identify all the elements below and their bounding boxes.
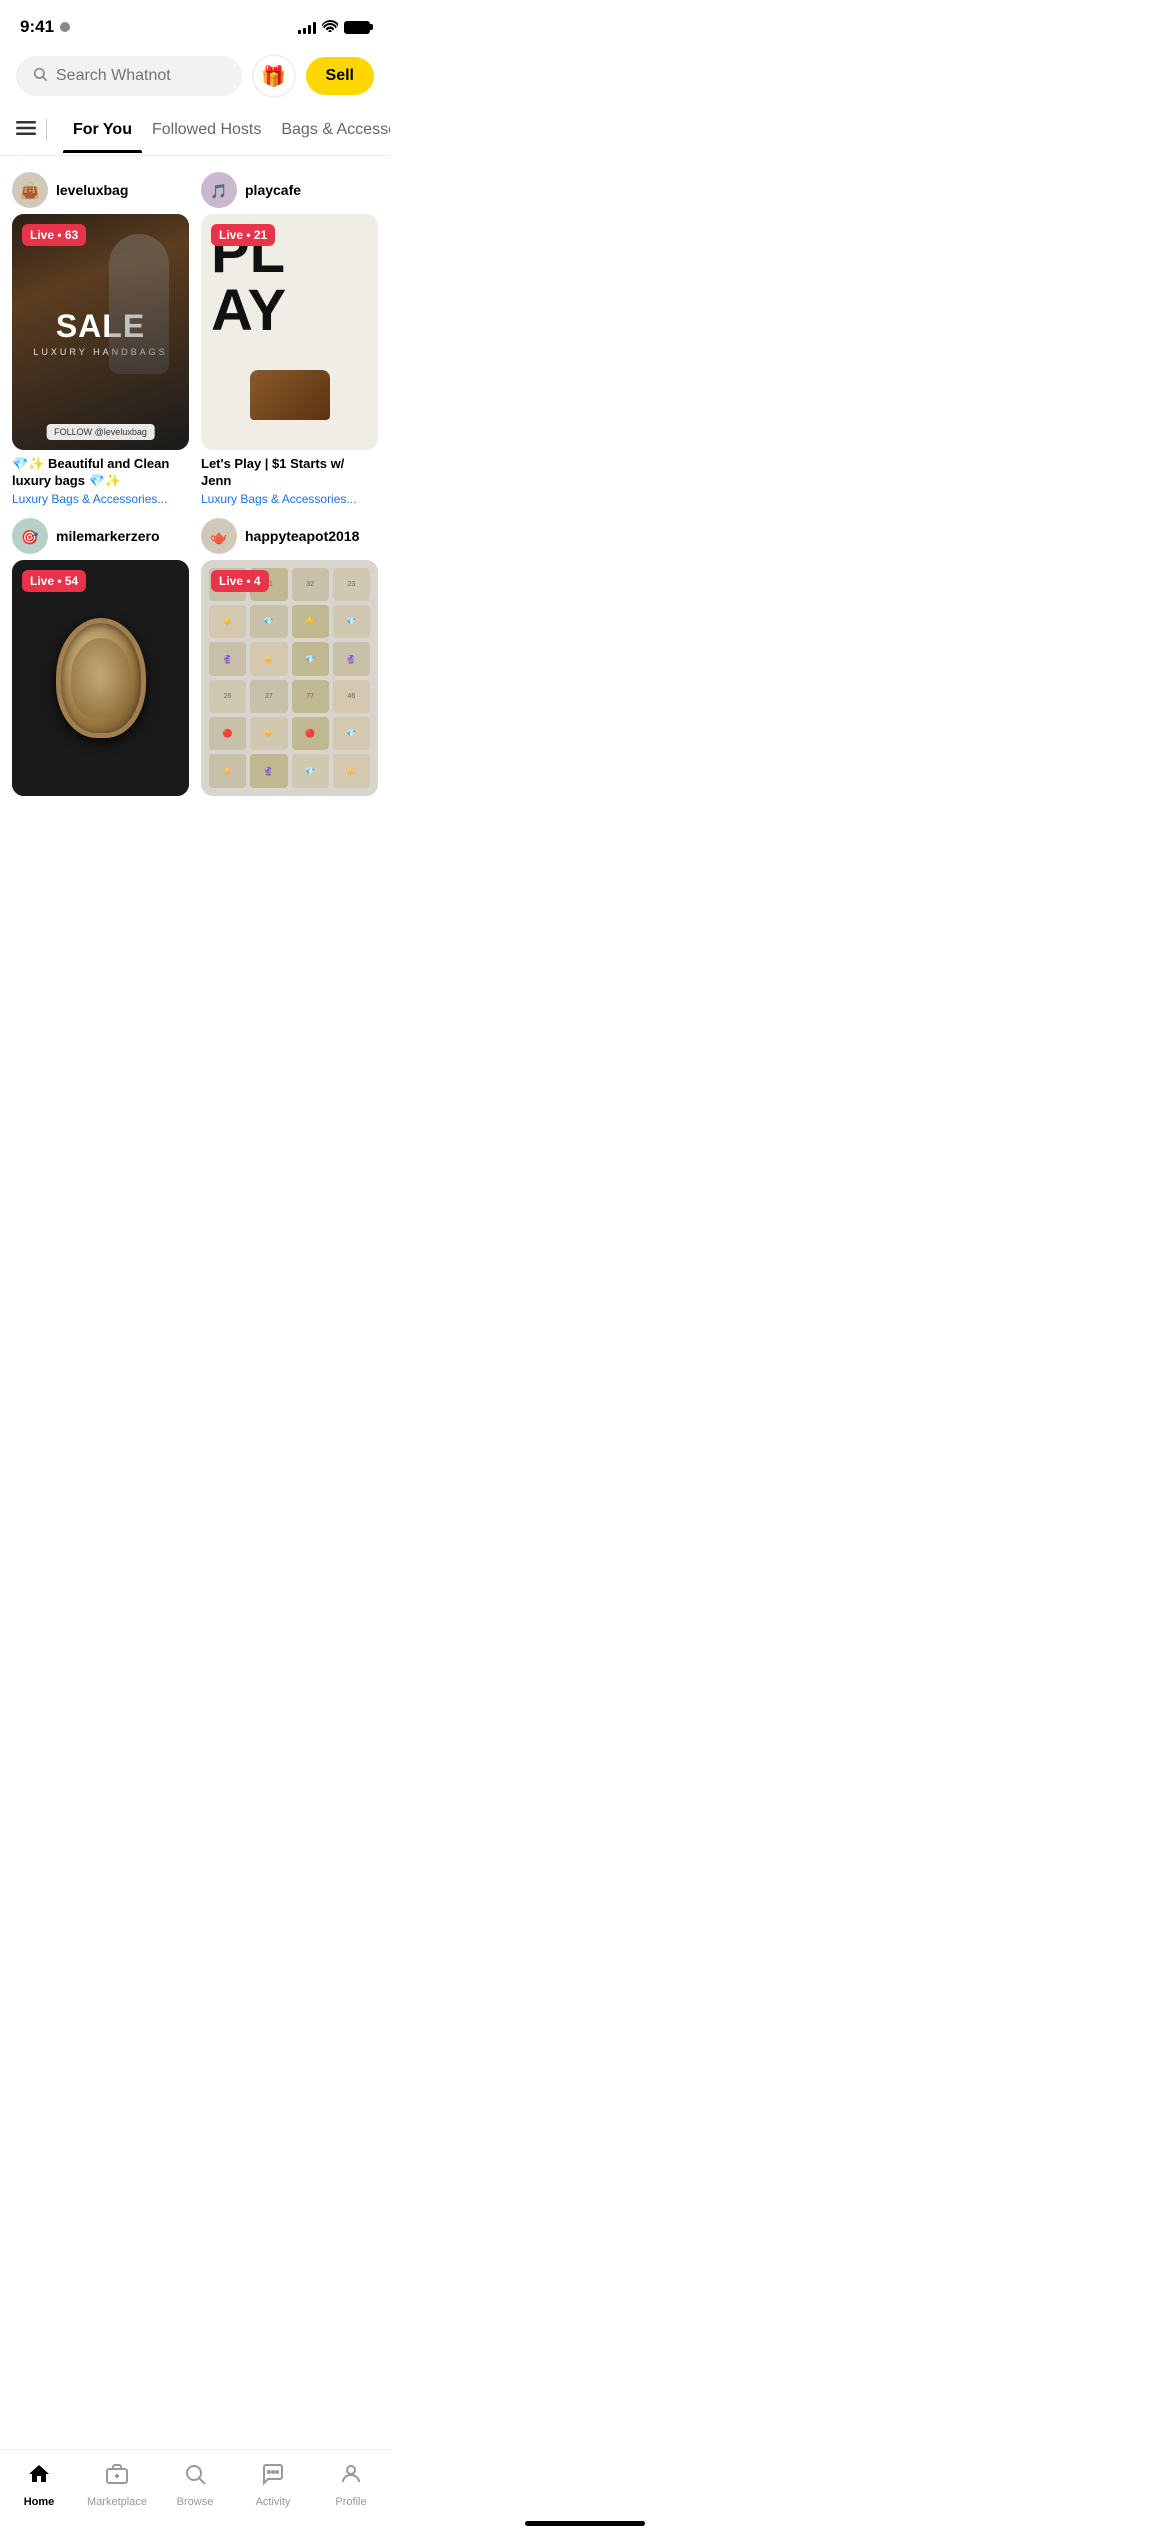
tab-for-you[interactable]: For You <box>63 107 142 153</box>
tab-bags-accessories[interactable]: Bags & Accessories <box>271 107 390 153</box>
stream-card-happyteapot2018[interactable]: 🫖 happyteapot2018 20 21 32 23 ⚜️ 💎 ⚜️ 💎 … <box>201 518 378 796</box>
time-display: 9:41 <box>20 17 54 37</box>
svg-text:🎵: 🎵 <box>210 183 227 199</box>
menu-icon[interactable] <box>16 104 36 155</box>
gift-button[interactable]: 🎁 <box>252 54 296 98</box>
stream-card-playcafe[interactable]: 🎵 playcafe PL AY Live • 21 Let's Play | … <box>201 172 378 506</box>
home-icon <box>27 2462 51 2493</box>
svg-text:🎯: 🎯 <box>21 529 39 545</box>
stream-header-happyteapot2018: 🫖 happyteapot2018 <box>201 518 378 554</box>
tabs-container: For You Followed Hosts Bags & Accessorie… <box>0 104 390 156</box>
nav-item-marketplace[interactable]: Marketplace <box>78 2458 156 2512</box>
stream-desc-leveluxbag: 💎✨ Beautiful and Clean luxury bags 💎✨ <box>12 456 189 490</box>
thumbnail-happyteapot2018[interactable]: 20 21 32 23 ⚜️ 💎 ⚜️ 💎 🔮 ⚜️ 💎 🔮 26 27 77 … <box>201 560 378 796</box>
nav-label-profile: Profile <box>335 2496 366 2508</box>
search-input[interactable] <box>56 67 226 85</box>
search-bar[interactable] <box>16 56 242 96</box>
stream-card-leveluxbag[interactable]: 👜 leveluxbag SALE LUXURY HANDBAGS Live •… <box>12 172 189 506</box>
thumbnail-milemarkerzero[interactable]: Live • 54 <box>12 560 189 796</box>
stream-header-milemarkerzero: 🎯 milemarkerzero <box>12 518 189 554</box>
nav-label-browse: Browse <box>177 2496 214 2508</box>
nav-item-home[interactable]: Home <box>0 2458 78 2512</box>
wifi-icon <box>322 20 338 35</box>
nav-label-activity: Activity <box>256 2496 291 2508</box>
sell-button[interactable]: Sell <box>306 57 374 95</box>
battery-icon <box>344 21 370 34</box>
live-badge-happyteapot2018: Live • 4 <box>211 570 269 592</box>
live-badge-milemarkerzero: Live • 54 <box>22 570 86 592</box>
nav-label-marketplace: Marketplace <box>87 2496 147 2508</box>
username-milemarkerzero: milemarkerzero <box>56 528 160 544</box>
nav-item-activity[interactable]: Activity <box>234 2458 312 2512</box>
avatar-playcafe: 🎵 <box>201 172 237 208</box>
nav-label-home: Home <box>24 2496 55 2508</box>
follow-tag-leveluxbag: FOLLOW @leveluxbag <box>46 424 155 440</box>
signal-icon <box>298 20 316 34</box>
status-bar: 9:41 <box>0 0 390 48</box>
live-badge-leveluxbag: Live • 63 <box>22 224 86 246</box>
browse-icon <box>183 2462 207 2493</box>
nav-item-browse[interactable]: Browse <box>156 2458 234 2512</box>
home-indicator <box>525 2521 645 2526</box>
stream-category-leveluxbag: Luxury Bags & Accessories... <box>12 492 189 506</box>
stream-header-leveluxbag: 👜 leveluxbag <box>12 172 189 208</box>
stream-card-milemarkerzero[interactable]: 🎯 milemarkerzero Live • 54 <box>12 518 189 796</box>
svg-text:🫖: 🫖 <box>210 529 227 545</box>
stream-desc-playcafe: Let's Play | $1 Starts w/ Jenn <box>201 456 378 490</box>
tab-followed-hosts[interactable]: Followed Hosts <box>142 107 271 153</box>
status-dot <box>60 22 70 32</box>
activity-icon <box>261 2462 285 2493</box>
profile-icon <box>339 2462 363 2493</box>
username-leveluxbag: leveluxbag <box>56 182 128 198</box>
gift-icon: 🎁 <box>261 64 286 89</box>
status-time: 9:41 <box>20 17 70 37</box>
stream-category-playcafe: Luxury Bags & Accessories... <box>201 492 378 506</box>
nav-item-profile[interactable]: Profile <box>312 2458 390 2512</box>
search-container: 🎁 Sell <box>0 48 390 104</box>
search-icon <box>32 66 48 86</box>
avatar-leveluxbag: 👜 <box>12 172 48 208</box>
marketplace-icon <box>105 2462 129 2493</box>
stream-header-playcafe: 🎵 playcafe <box>201 172 378 208</box>
thumbnail-playcafe[interactable]: PL AY Live • 21 <box>201 214 378 450</box>
avatar-happyteapot2018: 🫖 <box>201 518 237 554</box>
username-happyteapot2018: happyteapot2018 <box>245 528 359 544</box>
bottom-nav: Home Marketplace Browse Activity Profile <box>0 2449 390 2532</box>
svg-text:👜: 👜 <box>20 181 40 200</box>
live-badge-playcafe: Live • 21 <box>211 224 275 246</box>
content-grid: 👜 leveluxbag SALE LUXURY HANDBAGS Live •… <box>0 156 390 812</box>
avatar-milemarkerzero: 🎯 <box>12 518 48 554</box>
thumbnail-leveluxbag[interactable]: SALE LUXURY HANDBAGS Live • 63 FOLLOW @l… <box>12 214 189 450</box>
username-playcafe: playcafe <box>245 182 301 198</box>
tab-divider <box>46 119 47 141</box>
status-icons <box>298 20 370 35</box>
